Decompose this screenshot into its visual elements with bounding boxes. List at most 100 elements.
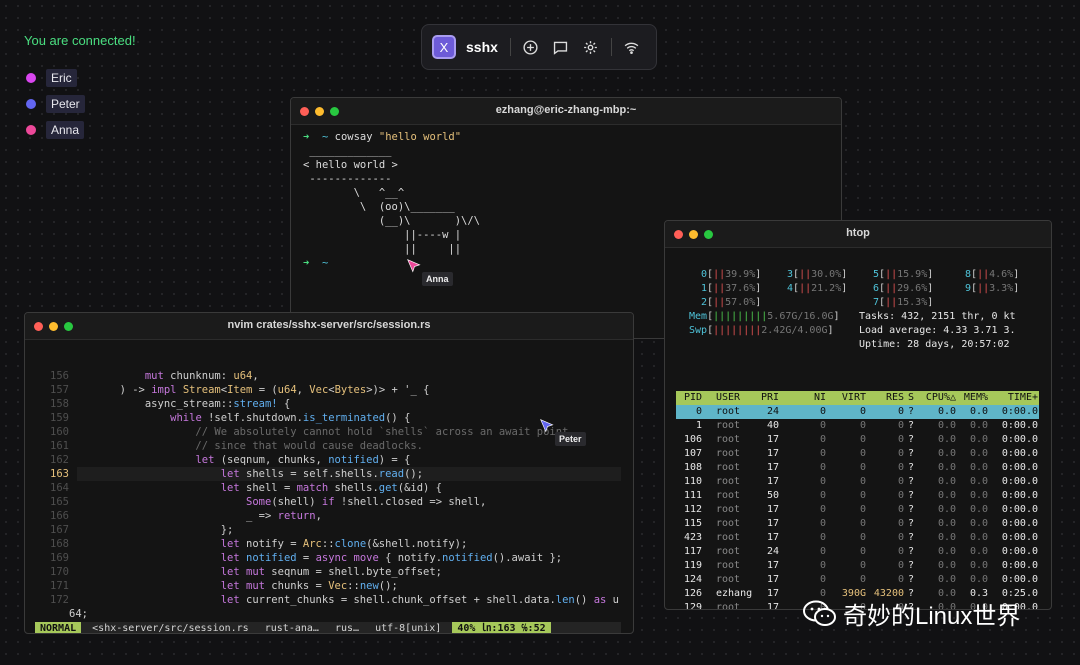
app-logo: X [432, 35, 456, 59]
process-cell: 0 [897, 406, 904, 417]
terminal-line: (__)\ )\/\ [303, 215, 481, 227]
window-title: htop [846, 227, 870, 239]
process-cell: 0.0 [937, 532, 956, 543]
code-text: let notify = Arc::clone(&shell.notify); [220, 538, 468, 550]
plus-icon [523, 39, 538, 55]
process-cell: 0 [819, 462, 826, 473]
process-cell: 0.0 [969, 490, 988, 501]
swap-meter: Swp[||||||||2.42G/4.00G] [689, 325, 834, 336]
process-cell: 0:00.0 [1001, 490, 1038, 501]
column-header[interactable]: MEM% [964, 391, 988, 405]
code-line[interactable]: 169 let notified = async move { notify.n… [35, 551, 562, 565]
code-line[interactable]: 172 let current_chunks = shell.chunk_off… [35, 593, 619, 607]
process-cell: 0 [859, 574, 866, 585]
column-header[interactable]: CPU%△ [926, 391, 956, 405]
code-line[interactable]: 158 async_stream::stream! { [35, 397, 290, 411]
process-cell: 0 [897, 504, 904, 515]
user-name: Peter [46, 95, 85, 113]
process-cell: 17 [766, 462, 779, 473]
htop-window[interactable]: htop 0[||39.9%] 3[||30.0%] 5[||15.9%] 8[… [664, 220, 1052, 610]
process-cell: 0.0 [937, 518, 956, 529]
code-text: let notified = async move { notify.notif… [220, 552, 563, 564]
process-cell: 0 [819, 518, 826, 529]
code-line[interactable]: 160 // We absolutely cannot hold `shells… [35, 425, 575, 439]
window-titlebar[interactable]: nvim crates/sshx-server/src/session.rs [25, 313, 633, 340]
code-line[interactable]: 170 let mut seqnum = shell.byte_offset; [35, 565, 442, 579]
process-cell: 0:00.0 [1001, 448, 1038, 459]
nvim-window[interactable]: nvim crates/sshx-server/src/session.rs 1… [24, 312, 634, 634]
process-cell: 0.0 [969, 532, 988, 543]
process-cell: 0 [859, 560, 866, 571]
column-header[interactable]: VIRT [842, 391, 866, 405]
code-line[interactable]: 157 ) -> impl Stream<Item = (u64, Vec<By… [35, 383, 429, 397]
code-line[interactable]: 171 let mut chunks = Vec::new(); [35, 579, 398, 593]
window-titlebar[interactable]: htop [665, 221, 1051, 248]
code-line[interactable]: 165 Some(shell) if !shell.closed => shel… [35, 495, 486, 509]
process-cell: ? [907, 518, 914, 529]
process-table-header[interactable]: PID USER PRI NI VIRT RES S CPU%△ MEM% TIME+ [676, 391, 1039, 405]
process-cell: 423 [683, 532, 702, 543]
column-header[interactable]: S [908, 391, 914, 405]
code-line[interactable]: 159 while !self.shutdown.is_terminated()… [35, 411, 410, 425]
column-header[interactable]: PRI [761, 391, 779, 405]
process-cell: 0 [859, 434, 866, 445]
column-header[interactable]: NI [814, 391, 826, 405]
code-line[interactable]: 156 mut chunknum: u64, [35, 369, 259, 383]
code-line[interactable]: 166 _ => return, [35, 509, 322, 523]
process-cell: 0.0 [937, 420, 956, 431]
process-cell: 0.0 [937, 406, 956, 417]
code-text: // We absolutely cannot hold `shells` ac… [69, 426, 575, 438]
process-cell: root [716, 476, 741, 487]
column-header[interactable]: TIME+ [1008, 391, 1038, 405]
process-cell: 0 [897, 462, 904, 473]
process-cell: 0.0 [969, 434, 988, 445]
process-cell: root [716, 448, 741, 459]
process-cell: root [716, 434, 741, 445]
column-header[interactable]: RES [886, 391, 904, 405]
column-header[interactable]: PID [684, 391, 702, 405]
cpu-meter: 7[||15.3%] [873, 297, 934, 308]
process-cell: 0 [819, 574, 826, 585]
user-name: Anna [46, 121, 85, 139]
code-line[interactable]: 162 let (seqnum, chunks, notified) = { [35, 453, 410, 467]
process-cell: 115 [683, 518, 702, 529]
code-line[interactable]: 64; [35, 607, 88, 621]
process-cell: 0.0 [969, 420, 988, 431]
chat-button[interactable] [551, 37, 571, 57]
user-eric: Eric [26, 69, 77, 87]
toolbar-divider [610, 38, 612, 56]
process-cell: 0:00.0 [1001, 532, 1038, 543]
terminal-line: \ ^__^ [303, 187, 405, 199]
process-cell: 0 [859, 448, 866, 459]
process-cell: 0:00.0 [1001, 518, 1038, 529]
process-cell: root [716, 420, 741, 431]
process-cell: 0.0 [969, 504, 988, 515]
process-cell: 0 [897, 420, 904, 431]
code-line[interactable]: 164 let shell = match shells.get(&id) { [35, 481, 442, 495]
anna-cursor: Anna [406, 258, 453, 286]
process-cell: ezhang [716, 588, 753, 599]
new-terminal-button[interactable] [521, 37, 541, 57]
user-color-dot [26, 125, 36, 135]
process-cell: 0 [897, 476, 904, 487]
process-cell: 0 [897, 434, 904, 445]
code-line[interactable]: 163 let shells = self.shells.read(); [35, 467, 423, 481]
process-cell: 0 [859, 546, 866, 557]
code-line[interactable]: 161 // since that would cause deadlocks. [35, 439, 423, 453]
process-cell: 111 [683, 490, 702, 501]
network-button[interactable] [622, 37, 642, 57]
process-cell: 0 [897, 518, 904, 529]
process-cell: root [716, 532, 741, 543]
settings-button[interactable] [581, 37, 601, 57]
code-text: ) -> impl Stream<Item = (u64, Vec<Bytes>… [69, 384, 430, 396]
process-cell: 124 [683, 574, 702, 585]
column-header[interactable]: USER [716, 391, 740, 405]
window-titlebar[interactable]: ezhang@eric-zhang-mbp:~ [291, 98, 841, 125]
code-text: _ => return, [69, 510, 322, 522]
process-cell: 0 [859, 490, 866, 501]
line-number: 168 [50, 538, 69, 550]
code-line[interactable]: 168 let notify = Arc::clone(&shell.notif… [35, 537, 467, 551]
code-line[interactable]: 167 }; [35, 523, 233, 537]
process-cell: 0:00.0 [1001, 420, 1038, 431]
line-number: 172 [50, 594, 69, 606]
